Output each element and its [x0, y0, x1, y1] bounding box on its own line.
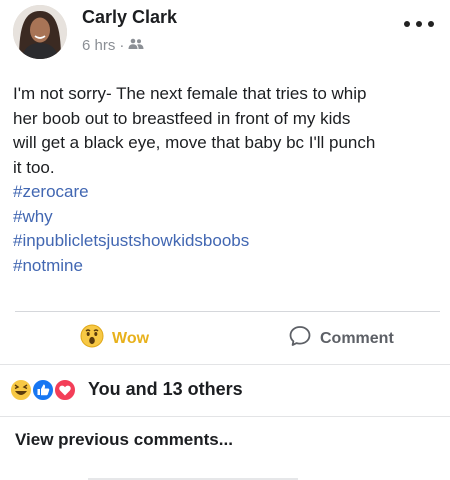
post-text-line: her boob out to breastfeed in front of m… — [13, 108, 351, 128]
hashtag-link[interactable]: #why — [13, 205, 441, 230]
comment-bubble-icon — [288, 324, 312, 353]
avatar[interactable] — [13, 5, 67, 59]
action-bar: Wow Comment — [0, 316, 450, 358]
love-icon — [53, 378, 77, 402]
more-dot — [416, 21, 422, 27]
post-text-line: will get a black eye, move that baby bc … — [13, 133, 376, 152]
reaction-count-text[interactable]: You and 13 others — [88, 379, 243, 400]
hashtag-link[interactable]: #zerocare — [13, 180, 441, 205]
wow-label: Wow — [112, 329, 150, 347]
divider — [15, 311, 440, 312]
haha-emoji-icon — [9, 378, 33, 402]
comment-label: Comment — [320, 329, 394, 347]
view-previous-comments-link[interactable]: View previous comments... — [15, 430, 233, 450]
profile-photo — [13, 5, 67, 59]
post-meta: 6 hrs · — [82, 37, 144, 54]
hashtag-link[interactable]: #inpublicletsjustshowkidsboobs — [13, 229, 441, 254]
wow-emoji-icon — [80, 324, 104, 353]
post-body: I'm not sorry- The next female that trie… — [13, 82, 441, 278]
like-icon — [31, 378, 55, 402]
more-dot — [428, 21, 434, 27]
wow-reaction-button[interactable]: Wow — [80, 324, 149, 353]
divider — [0, 364, 450, 365]
divider — [0, 416, 450, 417]
comment-button[interactable]: Comment — [288, 324, 394, 353]
friends-icon — [128, 37, 144, 54]
more-options-icon[interactable] — [404, 14, 434, 34]
hashtag-link[interactable]: #notmine — [13, 254, 441, 279]
post-header: Carly Clark 6 hrs · — [0, 0, 450, 70]
author-name[interactable]: Carly Clark — [82, 7, 177, 28]
post-text-line: it too. — [13, 157, 55, 177]
post-text-line: I'm not sorry- The next female that trie… — [13, 84, 367, 103]
reaction-icons — [9, 376, 81, 404]
more-dot — [404, 21, 410, 27]
post-time[interactable]: 6 hrs — [82, 37, 115, 54]
meta-separator: · — [119, 37, 125, 54]
reaction-summary[interactable]: You and 13 others — [0, 372, 450, 410]
